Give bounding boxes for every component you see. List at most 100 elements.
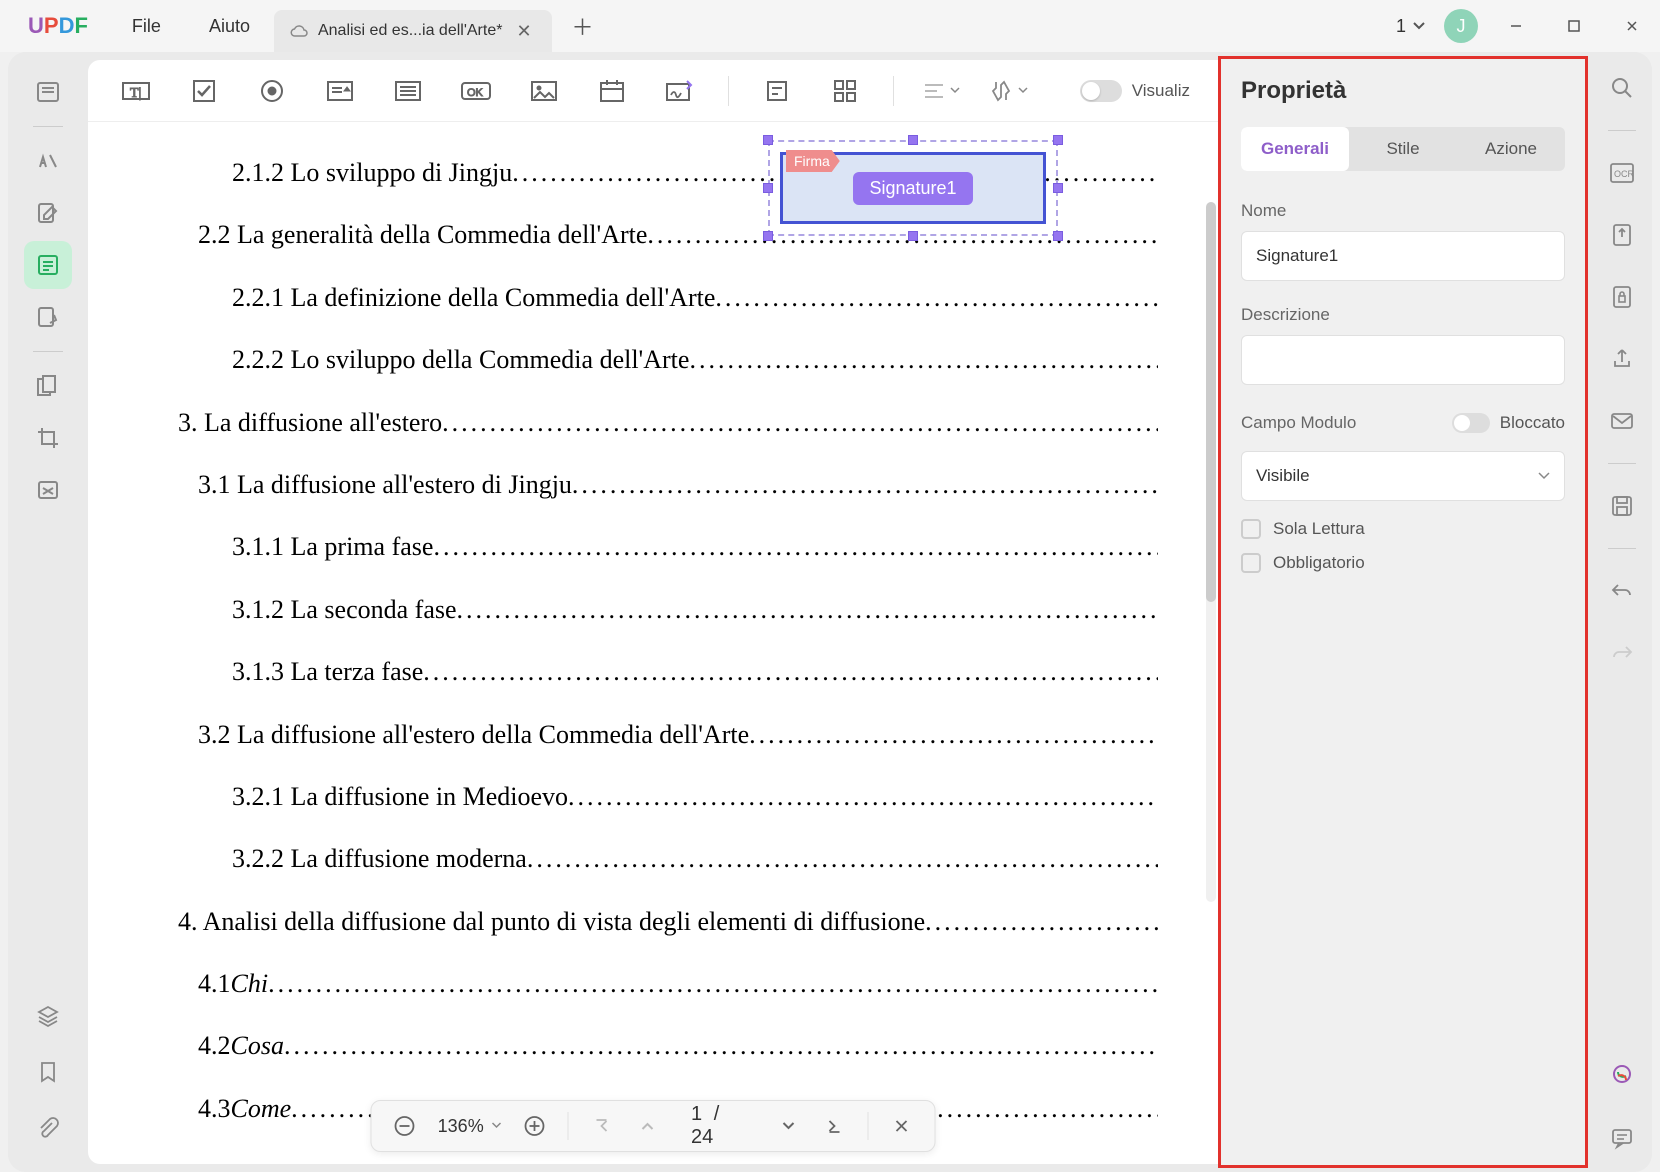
- preview-label: Visualiz: [1132, 81, 1190, 101]
- menu-help[interactable]: Aiuto: [185, 0, 274, 52]
- zoom-dropdown[interactable]: 136%: [438, 1116, 502, 1137]
- align-grid-tool[interactable]: [825, 71, 865, 111]
- save-button[interactable]: [1602, 486, 1642, 526]
- page-tool-button[interactable]: [24, 362, 72, 410]
- first-page-button[interactable]: [589, 1111, 615, 1141]
- toc-line: 3.2 La diffusione all'estero della Comme…: [148, 704, 1158, 766]
- properties-title: Proprietà: [1241, 77, 1565, 105]
- form-tool-button[interactable]: [24, 241, 72, 289]
- text-field-tool[interactable]: T|: [116, 71, 156, 111]
- resize-handle-e[interactable]: [1053, 183, 1063, 193]
- signature-field[interactable]: Firma Signature1: [768, 140, 1058, 236]
- edit-tool-button[interactable]: [24, 189, 72, 237]
- visibility-value: Visibile: [1256, 466, 1310, 486]
- convert-button[interactable]: [1602, 215, 1642, 255]
- resize-handle-w[interactable]: [763, 183, 773, 193]
- properties-tabs: Generali Stile Azione: [1241, 127, 1565, 171]
- redo-button[interactable]: [1602, 633, 1642, 673]
- form-field-label: Campo Modulo: [1241, 413, 1356, 433]
- layers-button[interactable]: [24, 992, 72, 1040]
- image-field-tool[interactable]: [524, 71, 564, 111]
- tab-style[interactable]: Stile: [1349, 127, 1457, 171]
- signature-field-tool[interactable]: [660, 71, 700, 111]
- protect-button[interactable]: [1602, 277, 1642, 317]
- navigation-bar: 136% 1 / 24: [371, 1100, 936, 1152]
- menu-file[interactable]: File: [108, 0, 185, 52]
- toc-line: 3.2.2 La diffusione moderna.............…: [148, 828, 1158, 890]
- window-maximize-button[interactable]: [1554, 6, 1594, 46]
- visibility-select[interactable]: Visibile: [1241, 451, 1565, 501]
- toc-line: 4.1 Chi.................................…: [148, 953, 1158, 1015]
- attachment-button[interactable]: [24, 1104, 72, 1152]
- chevron-down-icon: [1018, 87, 1028, 95]
- svg-text:T|: T|: [130, 86, 141, 101]
- feedback-button[interactable]: [1602, 1118, 1642, 1158]
- required-checkbox[interactable]: [1241, 553, 1261, 573]
- description-label: Descrizione: [1241, 305, 1565, 325]
- button-tool[interactable]: OK: [456, 71, 496, 111]
- chevron-down-icon: [492, 1122, 502, 1130]
- tab-action[interactable]: Azione: [1457, 127, 1565, 171]
- resize-handle-ne[interactable]: [1053, 135, 1063, 145]
- zoom-out-button[interactable]: [392, 1111, 418, 1141]
- description-input[interactable]: [1241, 335, 1565, 385]
- share-button[interactable]: [1602, 339, 1642, 379]
- toc-line: 4.2 Cosa ...............................…: [148, 1015, 1158, 1077]
- doc-count-dropdown[interactable]: 1: [1396, 16, 1426, 37]
- properties-panel: Proprietà Generali Stile Azione Nome Des…: [1218, 56, 1588, 1168]
- last-page-button[interactable]: [821, 1111, 847, 1141]
- undo-button[interactable]: [1602, 571, 1642, 611]
- chevron-down-icon: [950, 87, 960, 95]
- checkbox-tool[interactable]: [184, 71, 224, 111]
- name-input[interactable]: [1241, 231, 1565, 281]
- next-page-button[interactable]: [775, 1111, 801, 1141]
- preview-toggle[interactable]: [1080, 80, 1122, 102]
- close-navbar-button[interactable]: [888, 1111, 914, 1141]
- toc-line: 3.1.1 La prima fase.....................…: [148, 516, 1158, 578]
- alignment-dropdown[interactable]: [922, 71, 960, 111]
- resize-handle-s[interactable]: [908, 231, 918, 241]
- radio-tool[interactable]: [252, 71, 292, 111]
- resize-handle-nw[interactable]: [763, 135, 773, 145]
- chevron-down-icon: [1412, 21, 1426, 31]
- user-avatar[interactable]: J: [1444, 9, 1478, 43]
- toc-line: 2.2.2 Lo sviluppo della Commedia dell'Ar…: [148, 329, 1158, 391]
- document-tab[interactable]: Analisi ed es...ia dell'Arte* ✕: [274, 10, 552, 52]
- left-rail: [8, 52, 88, 1172]
- page-indicator[interactable]: 1 / 24: [681, 1103, 755, 1149]
- search-button[interactable]: [1602, 68, 1642, 108]
- locked-toggle[interactable]: [1452, 413, 1490, 433]
- reader-mode-button[interactable]: [24, 68, 72, 116]
- zoom-in-button[interactable]: [522, 1111, 548, 1141]
- toc-line: 3.1 La diffusione all'estero di Jingju .…: [148, 454, 1158, 516]
- crop-tool-button[interactable]: [24, 414, 72, 462]
- doc-count-value: 1: [1396, 16, 1406, 37]
- tab-close-button[interactable]: ✕: [512, 21, 535, 42]
- resize-handle-sw[interactable]: [763, 231, 773, 241]
- tools-dropdown[interactable]: [988, 71, 1028, 111]
- resize-handle-se[interactable]: [1053, 231, 1063, 241]
- prev-page-button[interactable]: [635, 1111, 661, 1141]
- tab-general[interactable]: Generali: [1241, 127, 1349, 171]
- ai-assistant-button[interactable]: [1602, 1056, 1642, 1096]
- cloud-icon: [290, 24, 308, 38]
- redact-tool-button[interactable]: [24, 466, 72, 514]
- window-close-button[interactable]: [1612, 6, 1652, 46]
- dropdown-tool[interactable]: [320, 71, 360, 111]
- scrollbar-thumb[interactable]: [1206, 202, 1216, 602]
- readonly-checkbox[interactable]: [1241, 519, 1261, 539]
- listbox-tool[interactable]: [388, 71, 428, 111]
- current-page: 1: [691, 1103, 702, 1125]
- date-field-tool[interactable]: [592, 71, 632, 111]
- comment-tool-button[interactable]: [24, 137, 72, 185]
- document-viewport[interactable]: 2.1.2 Lo sviluppo di Jingju ............…: [88, 122, 1218, 1164]
- vertical-scrollbar[interactable]: [1206, 202, 1216, 902]
- tab-add-button[interactable]: ＋: [552, 10, 614, 42]
- organize-tool-button[interactable]: [24, 293, 72, 341]
- align-single-tool[interactable]: [757, 71, 797, 111]
- bookmark-button[interactable]: [24, 1048, 72, 1096]
- ocr-button[interactable]: OCR: [1602, 153, 1642, 193]
- resize-handle-n[interactable]: [908, 135, 918, 145]
- window-minimize-button[interactable]: [1496, 6, 1536, 46]
- email-button[interactable]: [1602, 401, 1642, 441]
